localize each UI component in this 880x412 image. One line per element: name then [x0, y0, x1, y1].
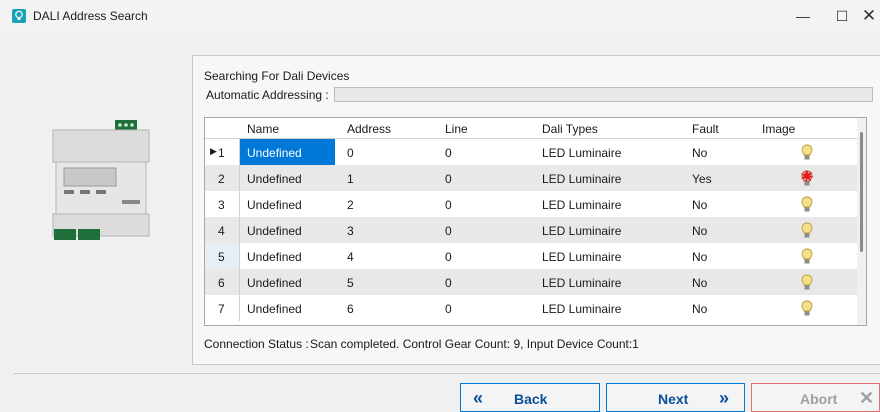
cell-address[interactable]: 2: [347, 198, 354, 212]
maximize-button[interactable]: ☐: [822, 0, 862, 32]
cell-fault[interactable]: No: [692, 250, 707, 264]
cell-type[interactable]: LED Luminaire: [542, 172, 621, 186]
cell-line[interactable]: 0: [445, 302, 452, 316]
cell-fault[interactable]: No: [692, 302, 707, 316]
cell-name[interactable]: Undefined: [247, 146, 302, 160]
bulb-ok-icon: [801, 300, 813, 316]
cell-name[interactable]: Undefined: [247, 250, 302, 264]
table-row[interactable]: 3 Undefined 2 0 LED Luminaire No: [205, 191, 857, 217]
cell-address[interactable]: 6: [347, 302, 354, 316]
searching-label: Searching For Dali Devices: [204, 69, 350, 83]
row-header[interactable]: 7: [205, 295, 240, 321]
cell-fault[interactable]: No: [692, 276, 707, 290]
row-header[interactable]: 5: [205, 243, 240, 269]
row-number: 3: [218, 198, 225, 212]
bulb-ok-icon: [801, 144, 813, 160]
close-icon: ✕: [859, 388, 875, 408]
cell-name[interactable]: Undefined: [247, 172, 302, 186]
abort-button-label: Abort: [800, 391, 838, 407]
cell-fault[interactable]: No: [692, 198, 707, 212]
double-chevron-right-icon: »: [719, 388, 730, 408]
close-button[interactable]: ✕: [858, 0, 880, 32]
cell-line[interactable]: 0: [445, 146, 452, 160]
dali-device-image: [52, 120, 150, 240]
automatic-addressing-progress: [334, 87, 873, 102]
cell-line[interactable]: 0: [445, 172, 452, 186]
row-number: 4: [218, 224, 225, 238]
column-header-name[interactable]: Name: [247, 122, 279, 136]
cell-name[interactable]: Undefined: [247, 276, 302, 290]
row-number: 7: [218, 302, 225, 316]
column-header-fault[interactable]: Fault: [692, 122, 719, 136]
row-header[interactable]: 4: [205, 217, 240, 243]
column-header-address[interactable]: Address: [347, 122, 391, 136]
row-header[interactable]: 3: [205, 191, 240, 217]
table-row[interactable]: 2 Undefined 1 0 LED Luminaire Yes: [205, 165, 857, 191]
row-number: 6: [218, 276, 225, 290]
cell-type[interactable]: LED Luminaire: [542, 146, 621, 160]
next-button[interactable]: Next »: [606, 383, 745, 412]
cell-fault[interactable]: Yes: [692, 172, 712, 186]
table-row[interactable]: 4 Undefined 3 0 LED Luminaire No: [205, 217, 857, 243]
cell-address[interactable]: 0: [347, 146, 354, 160]
connection-status-label: Connection Status :: [204, 337, 309, 351]
bulb-ok-icon: [801, 196, 813, 212]
row-number: 2: [218, 172, 225, 186]
double-chevron-left-icon: «: [473, 388, 484, 408]
row-header[interactable]: ▶ 1: [205, 139, 240, 165]
bulb-fault-icon: [800, 170, 814, 186]
table-row[interactable]: 7 Undefined 6 0 LED Luminaire No: [205, 295, 857, 321]
cell-name[interactable]: Undefined: [247, 224, 302, 238]
scrollbar-thumb[interactable]: [860, 132, 863, 252]
lightbulb-app-icon: [12, 9, 26, 23]
abort-button[interactable]: Abort ✕: [751, 383, 880, 412]
cell-line[interactable]: 0: [445, 276, 452, 290]
grid-header: Name Address Line Dali Types Fault Image: [205, 118, 857, 139]
cell-address[interactable]: 5: [347, 276, 354, 290]
back-button-label: Back: [514, 391, 548, 407]
back-button[interactable]: « Back: [460, 383, 600, 412]
cell-name[interactable]: Undefined: [247, 302, 302, 316]
next-button-label: Next: [658, 391, 689, 407]
cell-type[interactable]: LED Luminaire: [542, 276, 621, 290]
automatic-addressing-label: Automatic Addressing :: [206, 88, 329, 102]
cell-type[interactable]: LED Luminaire: [542, 302, 621, 316]
current-row-arrow-icon: ▶: [210, 146, 217, 156]
minimize-button[interactable]: —: [783, 0, 823, 32]
cell-fault[interactable]: No: [692, 146, 707, 160]
column-header-image[interactable]: Image: [762, 122, 795, 136]
row-header[interactable]: 6: [205, 269, 240, 295]
title-bar: DALI Address Search — ☐ ✕: [0, 0, 880, 32]
cell-line[interactable]: 0: [445, 250, 452, 264]
devices-grid[interactable]: Name Address Line Dali Types Fault Image…: [204, 117, 867, 326]
cell-name[interactable]: Undefined: [247, 198, 302, 212]
divider: [14, 373, 880, 374]
row-number: 5: [218, 250, 225, 264]
search-panel: Searching For Dali Devices Automatic Add…: [192, 55, 880, 365]
cell-type[interactable]: LED Luminaire: [542, 250, 621, 264]
table-row[interactable]: 6 Undefined 5 0 LED Luminaire No: [205, 269, 857, 295]
column-header-dali-types[interactable]: Dali Types: [542, 122, 598, 136]
row-number: 1: [218, 146, 225, 160]
table-row[interactable]: ▶ 1 Undefined 0 0 LED Luminaire No: [205, 139, 857, 165]
table-row[interactable]: 5 Undefined 4 0 LED Luminaire No: [205, 243, 857, 269]
grid-vertical-scrollbar[interactable]: [857, 118, 866, 325]
cell-line[interactable]: 0: [445, 224, 452, 238]
window-title: DALI Address Search: [33, 9, 148, 23]
cell-address[interactable]: 1: [347, 172, 354, 186]
bulb-ok-icon: [801, 248, 813, 264]
cell-type[interactable]: LED Luminaire: [542, 224, 621, 238]
cell-type[interactable]: LED Luminaire: [542, 198, 621, 212]
column-header-line[interactable]: Line: [445, 122, 468, 136]
cell-line[interactable]: 0: [445, 198, 452, 212]
connection-status-text: Scan completed. Control Gear Count: 9, I…: [310, 337, 639, 351]
row-header[interactable]: 2: [205, 165, 240, 191]
cell-address[interactable]: 3: [347, 224, 354, 238]
cell-address[interactable]: 4: [347, 250, 354, 264]
cell-fault[interactable]: No: [692, 224, 707, 238]
bulb-ok-icon: [801, 274, 813, 290]
bulb-ok-icon: [801, 222, 813, 238]
